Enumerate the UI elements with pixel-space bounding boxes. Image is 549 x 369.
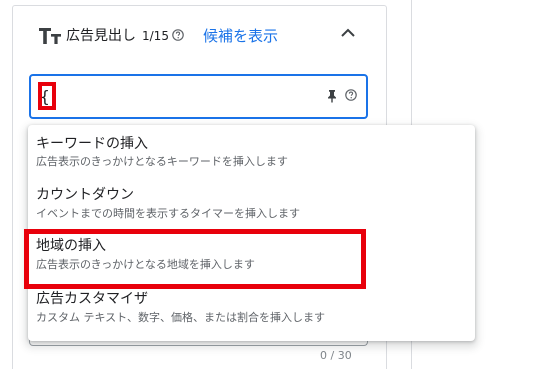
menu-item-description: カスタム テキスト、数字、価格、または割合を挿入します (36, 311, 325, 324)
menu-highlight-box (24, 229, 366, 289)
menu-item-description: イベントまでの時間を表示するタイマーを挿入します (36, 207, 300, 220)
menu-item-description: 広告表示のきっかけとなるキーワードを挿入します (36, 155, 288, 168)
headline-count: 1/15 (142, 29, 169, 43)
input-highlight-box (38, 82, 56, 110)
pin-icon[interactable] (326, 89, 338, 103)
show-suggestions-link[interactable]: 候補を表示 (203, 26, 278, 46)
headline-input[interactable] (29, 74, 368, 119)
menu-item-title: 広告カスタマイザ (36, 291, 148, 307)
menu-item-ad-customizer[interactable]: 広告カスタマイザ カスタム テキスト、数字、価格、または割合を挿入します (28, 287, 475, 339)
character-counter: 0 / 30 (320, 349, 352, 362)
ad-headline-editor: 広告見出し 1/15 候補を表示 { 0 / 30 キーワードの挿入 広告表示の… (0, 0, 549, 369)
menu-item-title: キーワードの挿入 (36, 136, 148, 152)
headline-title: 広告見出し (66, 28, 136, 44)
menu-item-keyword-insertion[interactable]: キーワードの挿入 広告表示のきっかけとなるキーワードを挿入します (28, 131, 475, 183)
chevron-up-icon[interactable] (339, 24, 357, 42)
menu-item-countdown[interactable]: カウントダウン イベントまでの時間を表示するタイマーを挿入します (28, 183, 475, 235)
input-help-icon[interactable] (345, 89, 357, 101)
help-icon[interactable] (172, 29, 184, 41)
menu-item-title: カウントダウン (36, 187, 134, 203)
text-format-icon (39, 28, 61, 44)
